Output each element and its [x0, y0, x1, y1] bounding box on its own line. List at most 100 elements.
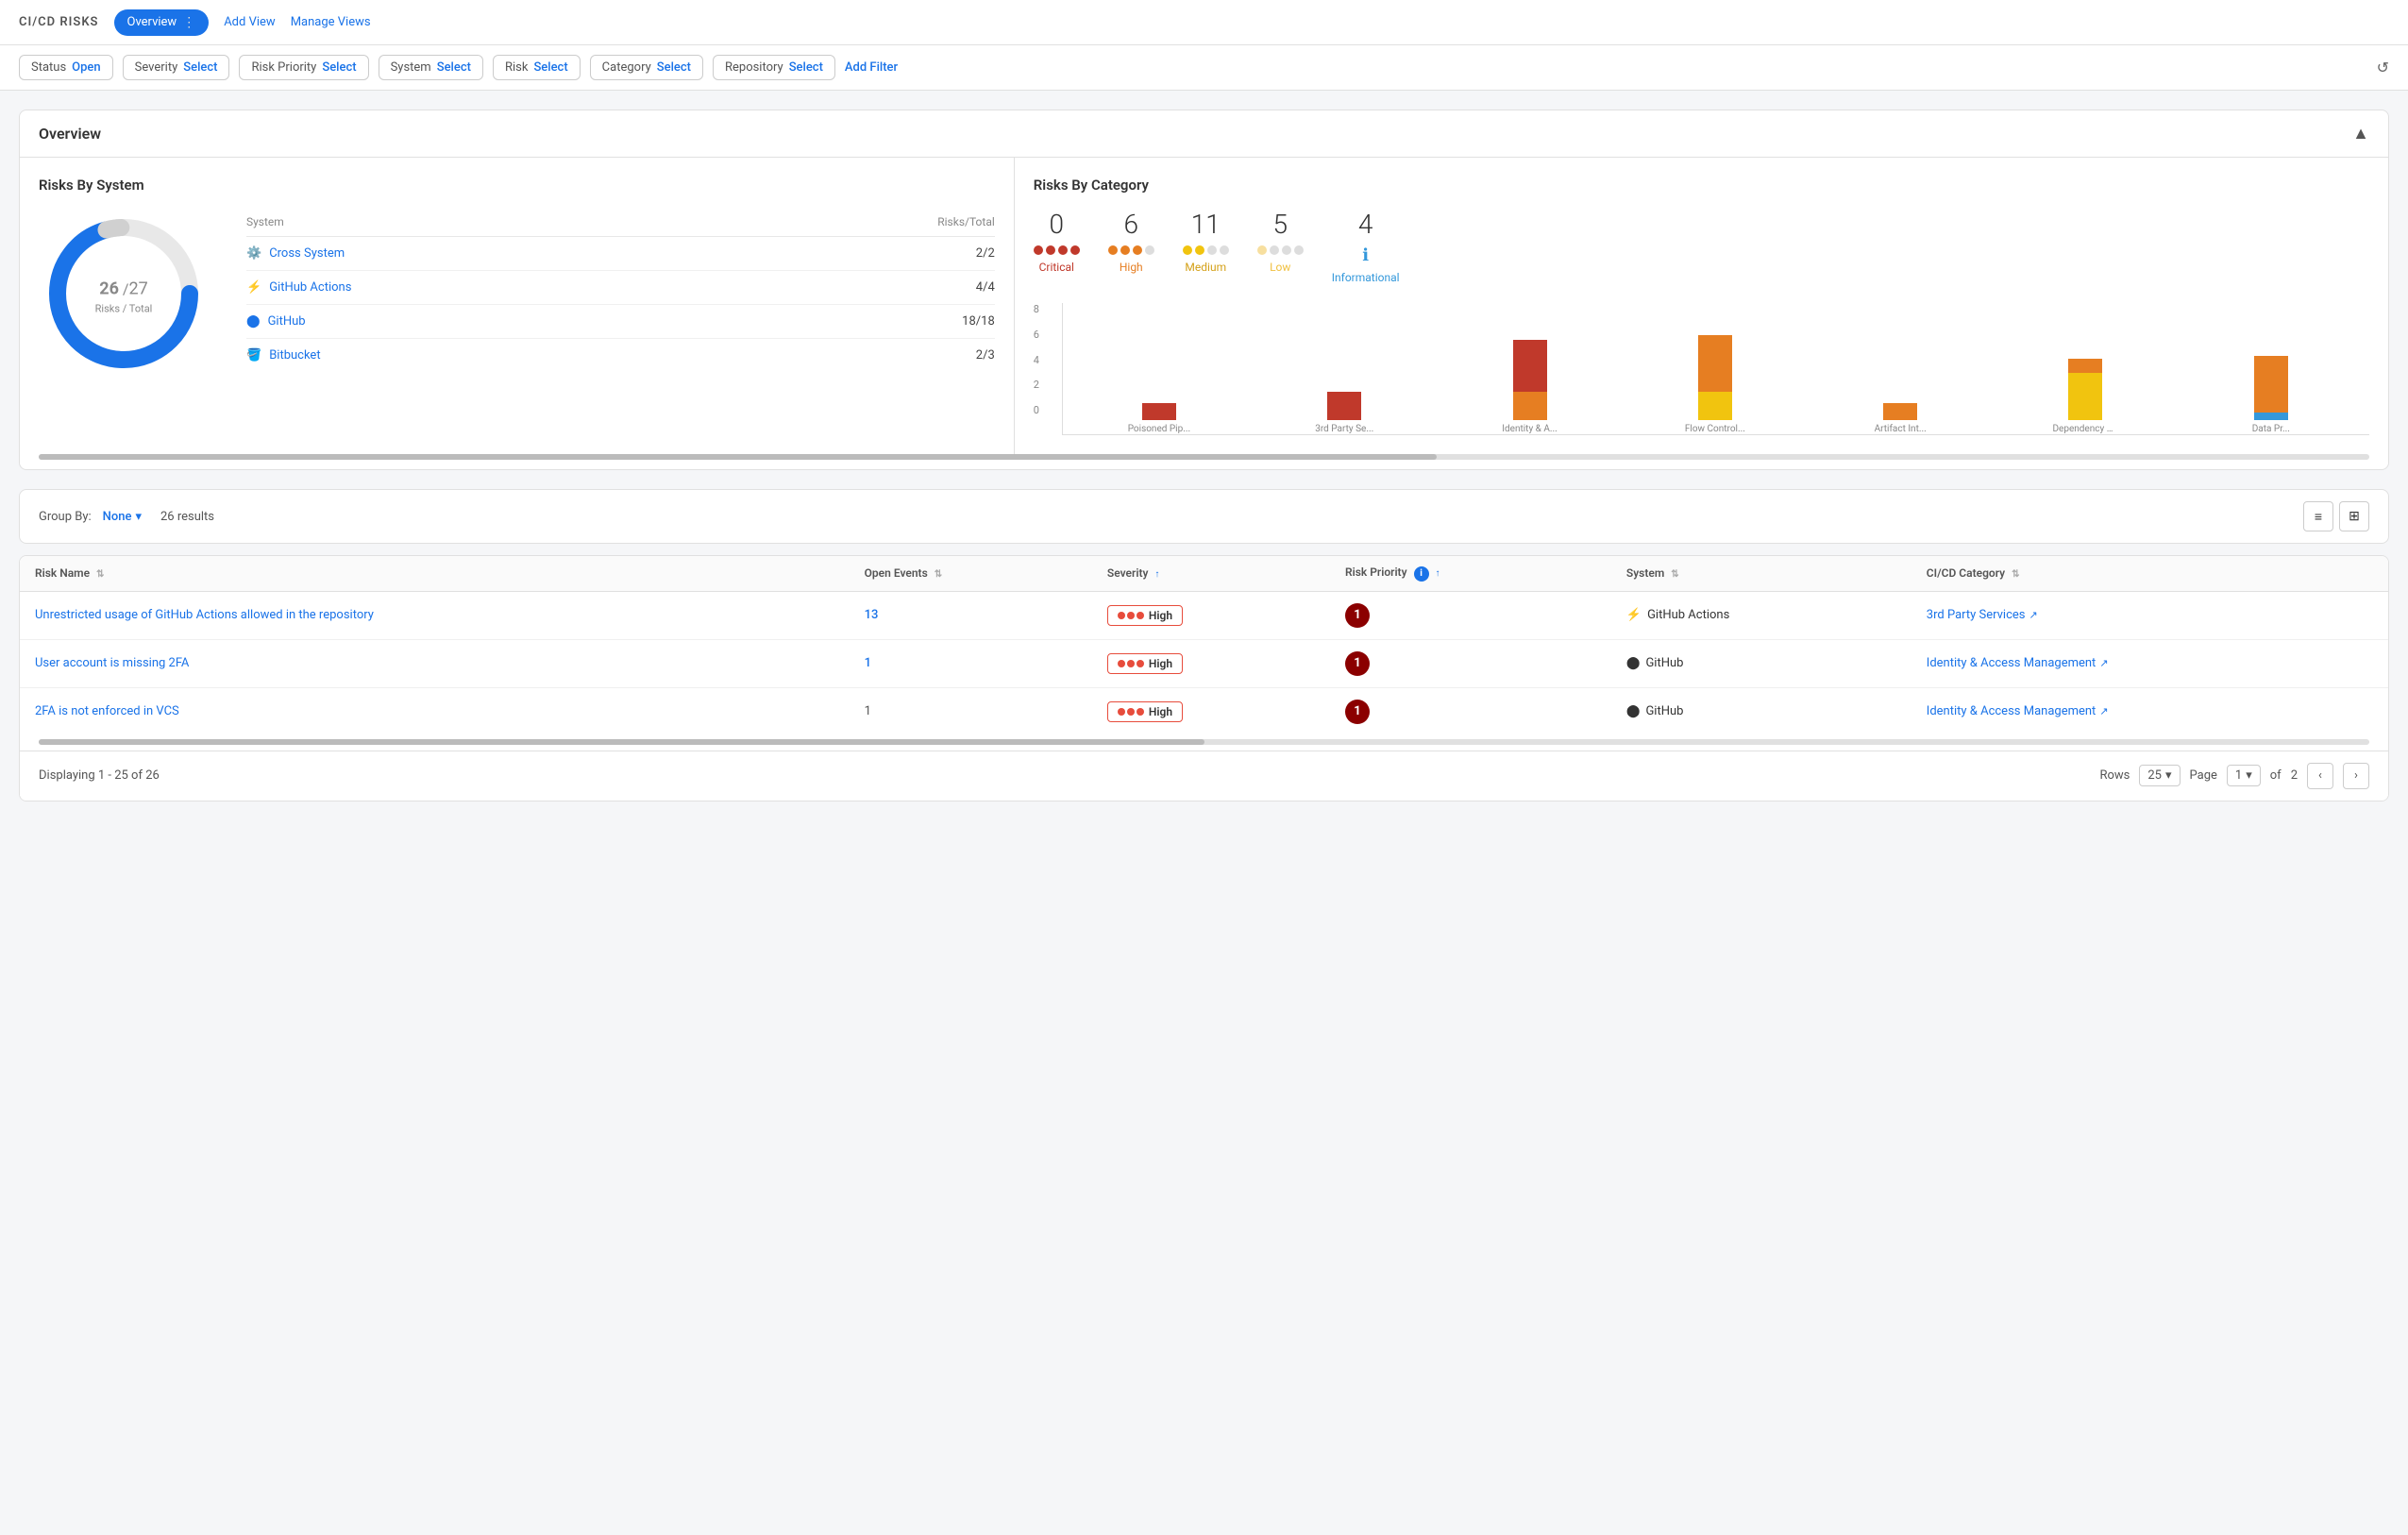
cat-dots-high: [1108, 245, 1154, 255]
dots-icon[interactable]: ⋮: [182, 15, 195, 30]
total-pages: 2: [2291, 768, 2298, 783]
chart-scrollbar-thumb[interactable]: [39, 454, 1437, 460]
dot-s2-2: [1127, 660, 1135, 667]
info-circle-icon: ℹ: [1362, 245, 1369, 265]
filter-chip-category[interactable]: Category Select: [590, 55, 703, 80]
risk-link-1[interactable]: Unrestricted usage of GitHub Actions all…: [35, 608, 374, 622]
manage-views-link[interactable]: Manage Views: [291, 15, 371, 29]
nav-tab-overview[interactable]: Overview ⋮: [114, 9, 210, 36]
dot-critical-3: [1058, 245, 1068, 255]
table-header-row: Risk Name ⇅ Open Events ⇅ Severity ↑ Ris…: [20, 556, 2388, 591]
th-risk-name[interactable]: Risk Name ⇅: [20, 556, 850, 591]
th-open-events[interactable]: Open Events ⇅: [850, 556, 1092, 591]
table-row: 2FA is not enforced in VCS 1 High: [20, 687, 2388, 735]
system-name-github-actions[interactable]: ⚡ GitHub Actions: [246, 280, 351, 295]
bar-seg-blue-data: [2254, 413, 2288, 420]
current-page-select[interactable]: 1 ▾: [2227, 765, 2261, 786]
reset-filters-icon[interactable]: ↺: [2377, 59, 2389, 76]
filter-chip-status[interactable]: Status Open: [19, 55, 113, 80]
grid-view-button[interactable]: ⊞: [2339, 501, 2369, 531]
dot-s2-3: [1137, 660, 1144, 667]
table-scrollbar[interactable]: [39, 739, 2369, 745]
th-severity[interactable]: Severity ↑: [1092, 556, 1330, 591]
system-row-cross: ⚙️ Cross System 2/2: [246, 237, 995, 271]
rows-per-page-select[interactable]: 25 ▾: [2139, 765, 2180, 786]
category-link-1[interactable]: 3rd Party Services ↗: [1927, 608, 2373, 622]
filter-chip-system[interactable]: System Select: [379, 55, 483, 80]
dot-s3-3: [1137, 708, 1144, 716]
rows-per-page-value: 25: [2147, 768, 2162, 783]
system-count-github-actions: 4/4: [976, 280, 995, 295]
bar-label-identity: Identity & A...: [1502, 424, 1558, 434]
system-name-cross[interactable]: ⚙️ Cross System: [246, 246, 345, 261]
add-view-link[interactable]: Add View: [224, 15, 275, 29]
group-by-select[interactable]: None ▾: [103, 510, 142, 524]
github-actions-icon: ⚡: [246, 280, 261, 295]
collapse-icon[interactable]: ▲: [2352, 124, 2369, 143]
category-link-2[interactable]: Identity & Access Management ↗: [1927, 656, 2373, 670]
next-page-button[interactable]: ›: [2343, 763, 2369, 789]
cell-priority-1: 1: [1330, 591, 1611, 639]
severity-label-3: High: [1149, 705, 1172, 718]
system-name-github[interactable]: ⬤ GitHub: [246, 314, 306, 329]
filter-chip-risk-priority[interactable]: Risk Priority Select: [239, 55, 368, 80]
event-count-3: 1: [865, 704, 871, 718]
cat-count-low: 5: [1273, 209, 1288, 240]
filter-value-risk: Select: [533, 60, 567, 75]
cell-priority-3: 1: [1330, 687, 1611, 735]
bar-stack-poisoned: [1142, 403, 1176, 420]
system-cell-1: ⚡ GitHub Actions: [1626, 608, 1896, 622]
dot-s3-2: [1127, 708, 1135, 716]
filter-chip-repository[interactable]: Repository Select: [713, 55, 835, 80]
risk-link-3[interactable]: 2FA is not enforced in VCS: [35, 704, 179, 718]
priority-badge-3: 1: [1345, 700, 1370, 724]
th-cicd-category[interactable]: CI/CD Category ⇅: [1911, 556, 2388, 591]
bar-seg-red: [1142, 403, 1176, 420]
system-cell-2: ⬤ GitHub: [1626, 656, 1896, 670]
chart-scrollbar[interactable]: [39, 454, 2369, 460]
dot-low-1: [1257, 245, 1267, 255]
th-system[interactable]: System ⇅: [1611, 556, 1911, 591]
th-severity-label: Severity: [1107, 566, 1149, 580]
github-icon: ⬤: [246, 314, 261, 329]
th-open-events-label: Open Events: [865, 566, 928, 580]
system-icon-github-row3: ⬤: [1626, 704, 1641, 718]
table-scrollbar-thumb[interactable]: [39, 739, 1204, 745]
cat-dots-medium: [1183, 245, 1229, 255]
filter-value-category: Select: [657, 60, 691, 75]
add-filter-button[interactable]: Add Filter: [845, 60, 898, 75]
system-name-bitbucket[interactable]: 🪣 Bitbucket: [246, 348, 321, 363]
cat-item-critical: 0 Critical: [1034, 209, 1080, 284]
risks-col-header: Risks/Total: [937, 215, 995, 228]
priority-badge-1: 1: [1345, 603, 1370, 628]
dot-s1-3: [1137, 612, 1144, 619]
list-view-button[interactable]: ≡: [2303, 501, 2333, 531]
cat-label-critical: Critical: [1039, 261, 1074, 274]
table-header: Risk Name ⇅ Open Events ⇅ Severity ↑ Ris…: [20, 556, 2388, 591]
bar-label-flow: Flow Control...: [1685, 424, 1745, 434]
bar-data: Data Pr...: [2182, 356, 2360, 434]
prev-page-button[interactable]: ‹: [2307, 763, 2333, 789]
cell-category-3: Identity & Access Management ↗: [1911, 687, 2388, 735]
filter-chip-risk[interactable]: Risk Select: [493, 55, 581, 80]
cell-priority-2: 1: [1330, 639, 1611, 687]
current-page-value: 1: [2235, 768, 2242, 783]
severity-label-2: High: [1149, 657, 1172, 670]
filter-label-system: System: [391, 60, 431, 75]
filter-chip-severity[interactable]: Severity Select: [123, 55, 230, 80]
th-risk-priority[interactable]: Risk Priority i ↑: [1330, 556, 1611, 591]
category-link-3[interactable]: Identity & Access Management ↗: [1927, 704, 2373, 718]
system-name-row1: GitHub Actions: [1647, 608, 1729, 622]
display-info: Displaying 1 - 25 of 26: [39, 768, 160, 783]
risk-link-2[interactable]: User account is missing 2FA: [35, 656, 189, 670]
system-col-header: System: [246, 215, 284, 228]
cross-system-icon: ⚙️: [246, 246, 261, 261]
severity-badge-2: High: [1107, 653, 1183, 674]
severity-dots-3: [1118, 708, 1144, 716]
bar-flow: Flow Control...: [1626, 335, 1804, 434]
system-name-row3: GitHub: [1645, 704, 1683, 718]
bar-label-data: Data Pr...: [2252, 424, 2290, 434]
bar-seg-red-id: [1513, 340, 1547, 392]
sort-icon-risk-priority: ↑: [1436, 568, 1440, 579]
y-6: 6: [1034, 329, 1039, 341]
